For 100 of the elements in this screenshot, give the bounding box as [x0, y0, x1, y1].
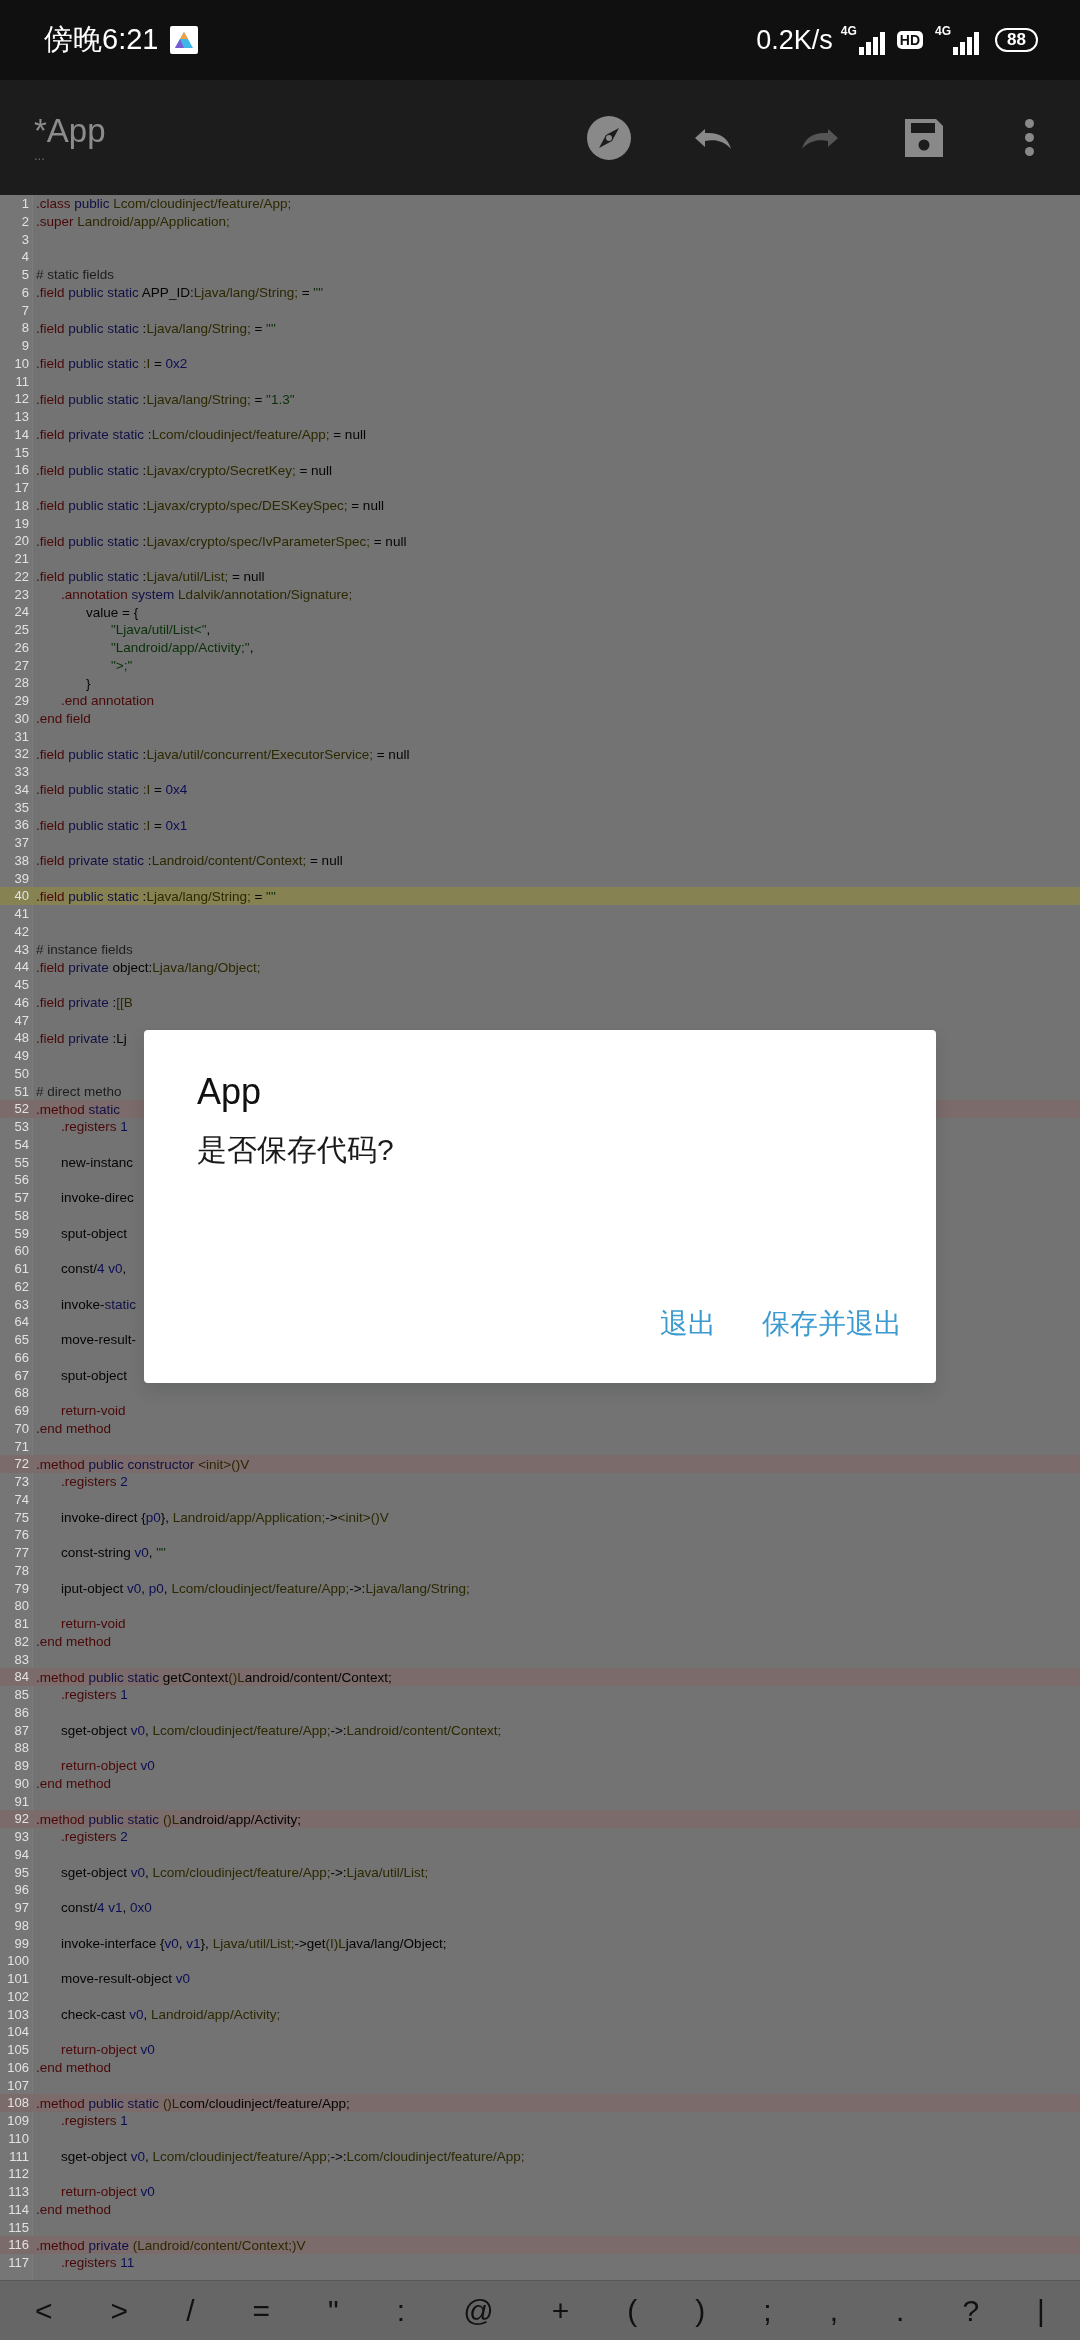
line-number: 78 [13, 1561, 29, 1580]
line-number: 112 [7, 2165, 29, 2184]
line-number: 49 [13, 1047, 29, 1066]
network-type: 4G [935, 25, 952, 37]
code-line: .field public static :I = 0x1 [36, 816, 188, 834]
line-number: 72 [13, 1455, 29, 1474]
line-number: 26 [13, 638, 29, 657]
code-line: check-cast v0, Landroid/app/Activity; [60, 2005, 281, 2023]
symbol-key[interactable]: ; [755, 2292, 780, 2329]
line-number: 107 [6, 2076, 29, 2095]
symbol-key[interactable]: / [178, 2292, 203, 2329]
symbol-key[interactable]: > [102, 2292, 137, 2329]
code-line: .field private :[[B [36, 994, 133, 1012]
line-number: 25 [13, 621, 29, 640]
line-number: 86 [13, 1703, 29, 1722]
line-number: 33 [13, 763, 29, 782]
code-line: .end method [36, 1633, 112, 1651]
code-line: .field private :Lj [36, 1029, 127, 1047]
line-number: 104 [6, 2023, 29, 2042]
line-number: 106 [6, 2058, 29, 2077]
code-line: ">;" [110, 656, 133, 674]
line-number: 22 [13, 567, 29, 586]
symbol-key[interactable]: < [27, 2292, 61, 2329]
line-number: 15 [13, 443, 29, 462]
line-number: 38 [13, 851, 29, 870]
line-number: 31 [13, 727, 29, 746]
line-number: 94 [13, 1845, 29, 1864]
line-number: 71 [13, 1437, 29, 1456]
line-number: 41 [13, 905, 29, 924]
symbol-key[interactable]: @ [455, 2292, 502, 2329]
clock-time: 傍晚6:21 [44, 22, 159, 58]
line-number: 100 [6, 1952, 29, 1971]
code-line: const-string v0, "" [60, 1544, 166, 1562]
code-line: .field private static :Landroid/content/Context; = null [36, 852, 343, 870]
more-icon [1023, 118, 1035, 157]
line-number: 88 [13, 1739, 29, 1758]
code-line: sget-object v0, Lcom/cloudinject/feature/App;->:Lcom/cloudinject/feature/App; [60, 2147, 525, 2165]
symbol-key[interactable]: . [888, 2292, 913, 2329]
symbol-key[interactable]: ( [619, 2292, 646, 2329]
symbol-key[interactable]: + [543, 2292, 578, 2329]
code-line: .field public static :Ljava/util/concurrent/ExecutorService; = null [36, 745, 410, 763]
code-line: move-result-object v0 [60, 1970, 191, 1988]
symbol-key[interactable]: ) [687, 2292, 714, 2329]
line-number: 63 [13, 1295, 29, 1314]
line-number: 97 [13, 1899, 29, 1918]
line-number: 11 [14, 372, 29, 391]
code-line: # static fields [36, 266, 115, 284]
line-number: 73 [13, 1473, 29, 1492]
code-line: new-instanc [60, 1153, 134, 1171]
line-number: 18 [13, 496, 29, 515]
code-line: .field public static :Ljavax/crypto/spec/IvParameterSpec; = null [36, 532, 407, 550]
line-number: 42 [13, 922, 29, 941]
line-number: 90 [13, 1774, 29, 1793]
hd-badge: HD [896, 31, 924, 49]
code-line: .method public static getContext()Landroid/content/Context; [36, 1668, 392, 1686]
line-number: 36 [13, 816, 29, 835]
line-number: 1 [20, 195, 29, 214]
code-line: const/4 v0, [60, 1260, 127, 1278]
line-number: 60 [13, 1242, 29, 1261]
code-line: sget-object v0, Lcom/cloudinject/feature/App;->:Ljava/util/List; [60, 1863, 429, 1881]
line-number: 99 [13, 1934, 29, 1953]
dialog-button[interactable]: 保存并退出 [752, 1299, 912, 1349]
code-line: .field public static :Ljavax/crypto/SecretKey; = null [36, 461, 333, 479]
line-number: 80 [13, 1597, 29, 1616]
symbol-key[interactable]: ? [954, 2292, 988, 2329]
dialog-button[interactable]: 退出 [650, 1299, 726, 1349]
code-line: sput-object [60, 1366, 128, 1384]
line-number: 95 [13, 1863, 29, 1882]
network-type: 4G [840, 25, 857, 37]
line-number: 89 [13, 1757, 29, 1776]
symbol-key[interactable]: | [1029, 2292, 1053, 2329]
code-line: .end method [36, 2059, 112, 2077]
line-number: 50 [13, 1064, 29, 1083]
line-number: 59 [13, 1224, 29, 1243]
code-line: .field private object:Ljava/lang/Object; [36, 958, 261, 976]
line-number: 29 [13, 692, 29, 711]
line-number: 87 [13, 1721, 29, 1740]
code-line: return-object v0 [60, 2183, 155, 2201]
line-number: 28 [13, 674, 29, 693]
line-number: 56 [13, 1171, 29, 1190]
line-number: 39 [13, 869, 29, 888]
line-number: 45 [13, 976, 29, 995]
symbol-key[interactable]: : [388, 2292, 414, 2329]
code-line: invoke-interface {v0, v1}, Ljava/util/List;->get(I)Ljava/lang/Object; [60, 1934, 447, 1952]
line-number: 24 [13, 603, 29, 622]
line-number: 4 [20, 248, 29, 267]
code-line: # direct metho [36, 1082, 122, 1100]
line-number: 21 [13, 550, 29, 569]
dialog-title: App [197, 1072, 263, 1112]
symbol-key[interactable]: , [821, 2292, 846, 2329]
code-line: "Landroid/app/Activity;", [110, 639, 254, 657]
code-line: invoke-direct {p0}, Landroid/app/Application;-><init>()V [60, 1508, 389, 1526]
symbol-key[interactable]: = [244, 2292, 279, 2329]
line-number: 5 [20, 266, 29, 285]
line-number: 85 [13, 1686, 29, 1705]
code-line: .field public static :I = 0x4 [36, 781, 188, 799]
line-number: 61 [13, 1260, 29, 1279]
symbol-key[interactable]: " [320, 2292, 347, 2329]
line-number: 116 [7, 2236, 29, 2255]
line-number: 109 [6, 2112, 29, 2131]
